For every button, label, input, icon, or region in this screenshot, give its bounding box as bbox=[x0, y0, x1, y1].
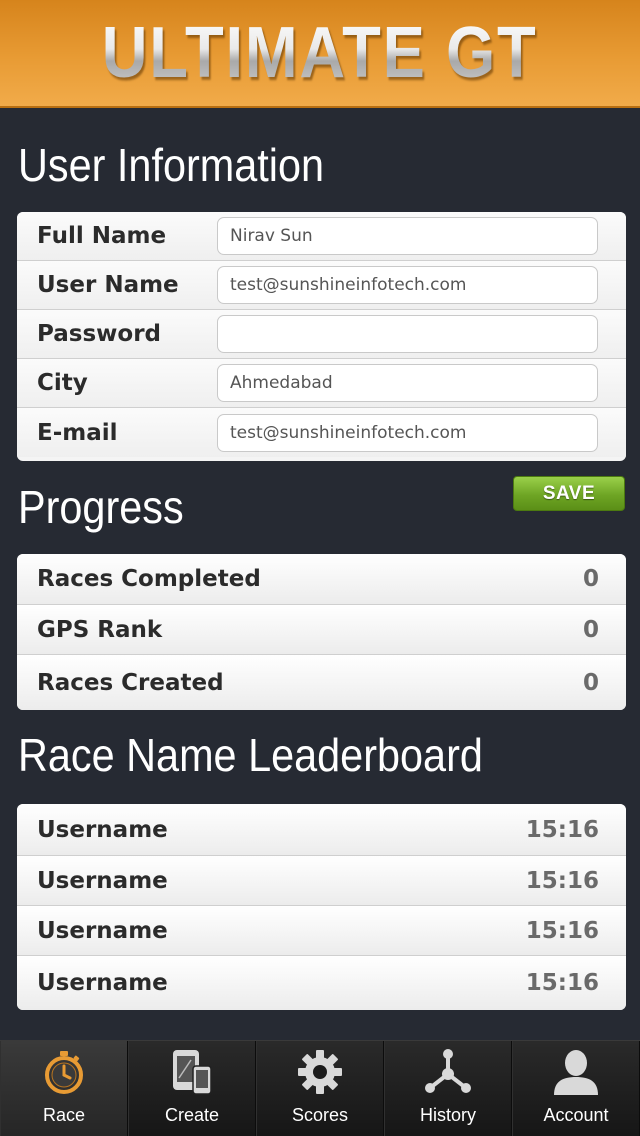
leaderboard-row[interactable]: Username 15:16 bbox=[17, 856, 626, 906]
full-name-row: Full Name Nirav Sun bbox=[17, 212, 626, 261]
app-header: ULTIMATE GT bbox=[0, 0, 640, 108]
leaderboard-time: 15:16 bbox=[525, 917, 599, 944]
races-completed-label: Races Completed bbox=[37, 566, 261, 592]
tab-label: Account bbox=[543, 1105, 609, 1125]
leaderboard-row[interactable]: Username 15:16 bbox=[17, 804, 626, 856]
password-field[interactable] bbox=[217, 315, 598, 353]
email-row: E-mail test@sunshineinfotech.com bbox=[17, 408, 626, 457]
tab-create[interactable]: Create bbox=[128, 1041, 256, 1136]
user-name-field[interactable]: test@sunshineinfotech.com bbox=[217, 266, 598, 304]
network-icon bbox=[423, 1047, 473, 1097]
leaderboard-card: Username 15:16 Username 15:16 Username 1… bbox=[17, 804, 626, 1010]
races-created-label: Races Created bbox=[37, 669, 224, 696]
gps-rank-label: GPS Rank bbox=[37, 616, 163, 643]
leaderboard-username: Username bbox=[37, 816, 168, 843]
races-created-row: Races Created 0 bbox=[17, 655, 626, 710]
user-name-label: User Name bbox=[37, 272, 179, 298]
city-field[interactable]: Ahmedabad bbox=[217, 364, 598, 402]
password-label: Password bbox=[37, 321, 161, 347]
leaderboard-time: 15:16 bbox=[525, 970, 599, 996]
save-button[interactable]: SAVE bbox=[513, 476, 625, 511]
progress-card: Races Completed 0 GPS Rank 0 Races Creat… bbox=[17, 554, 626, 710]
tab-label: History bbox=[419, 1105, 476, 1125]
leaderboard-username: Username bbox=[37, 917, 168, 944]
devices-icon bbox=[167, 1047, 217, 1097]
user-name-row: User Name test@sunshineinfotech.com bbox=[17, 261, 626, 310]
leaderboard-username: Username bbox=[37, 970, 168, 996]
tab-history[interactable]: History bbox=[384, 1041, 512, 1136]
city-row: City Ahmedabad bbox=[17, 359, 626, 408]
tab-account[interactable]: Account bbox=[512, 1041, 640, 1136]
leaderboard-time: 15:16 bbox=[525, 816, 599, 843]
leaderboard-title: Race Name Leaderboard bbox=[18, 729, 483, 781]
leaderboard-username: Username bbox=[37, 867, 168, 894]
email-label: E-mail bbox=[37, 419, 118, 446]
password-row: Password bbox=[17, 310, 626, 359]
tab-label: Create bbox=[164, 1105, 220, 1125]
races-completed-value: 0 bbox=[582, 566, 599, 592]
stopwatch-icon bbox=[39, 1047, 89, 1097]
gps-rank-value: 0 bbox=[582, 616, 599, 643]
full-name-label: Full Name bbox=[37, 223, 167, 249]
user-info-title: User Information bbox=[18, 139, 325, 191]
person-icon bbox=[551, 1047, 601, 1097]
app-title: ULTIMATE GT bbox=[102, 13, 538, 93]
user-info-form: Full Name Nirav Sun User Name test@sunsh… bbox=[17, 212, 626, 461]
leaderboard-row[interactable]: Username 15:16 bbox=[17, 906, 626, 956]
tab-label: Scores bbox=[291, 1105, 349, 1125]
tab-scores[interactable]: Scores bbox=[256, 1041, 384, 1136]
gps-rank-row: GPS Rank 0 bbox=[17, 605, 626, 655]
leaderboard-row[interactable]: Username 15:16 bbox=[17, 956, 626, 1010]
city-label: City bbox=[37, 370, 88, 396]
races-created-value: 0 bbox=[582, 669, 599, 696]
tab-race[interactable]: Race bbox=[0, 1041, 128, 1136]
progress-title: Progress bbox=[18, 481, 184, 533]
leaderboard-time: 15:16 bbox=[525, 867, 599, 894]
email-field[interactable]: test@sunshineinfotech.com bbox=[217, 413, 598, 452]
full-name-field[interactable]: Nirav Sun bbox=[217, 217, 598, 255]
tab-label: Race bbox=[42, 1105, 86, 1125]
races-completed-row: Races Completed 0 bbox=[17, 554, 626, 605]
tab-bar: Race Create Scores History Account bbox=[0, 1040, 640, 1136]
gear-icon bbox=[295, 1047, 345, 1097]
